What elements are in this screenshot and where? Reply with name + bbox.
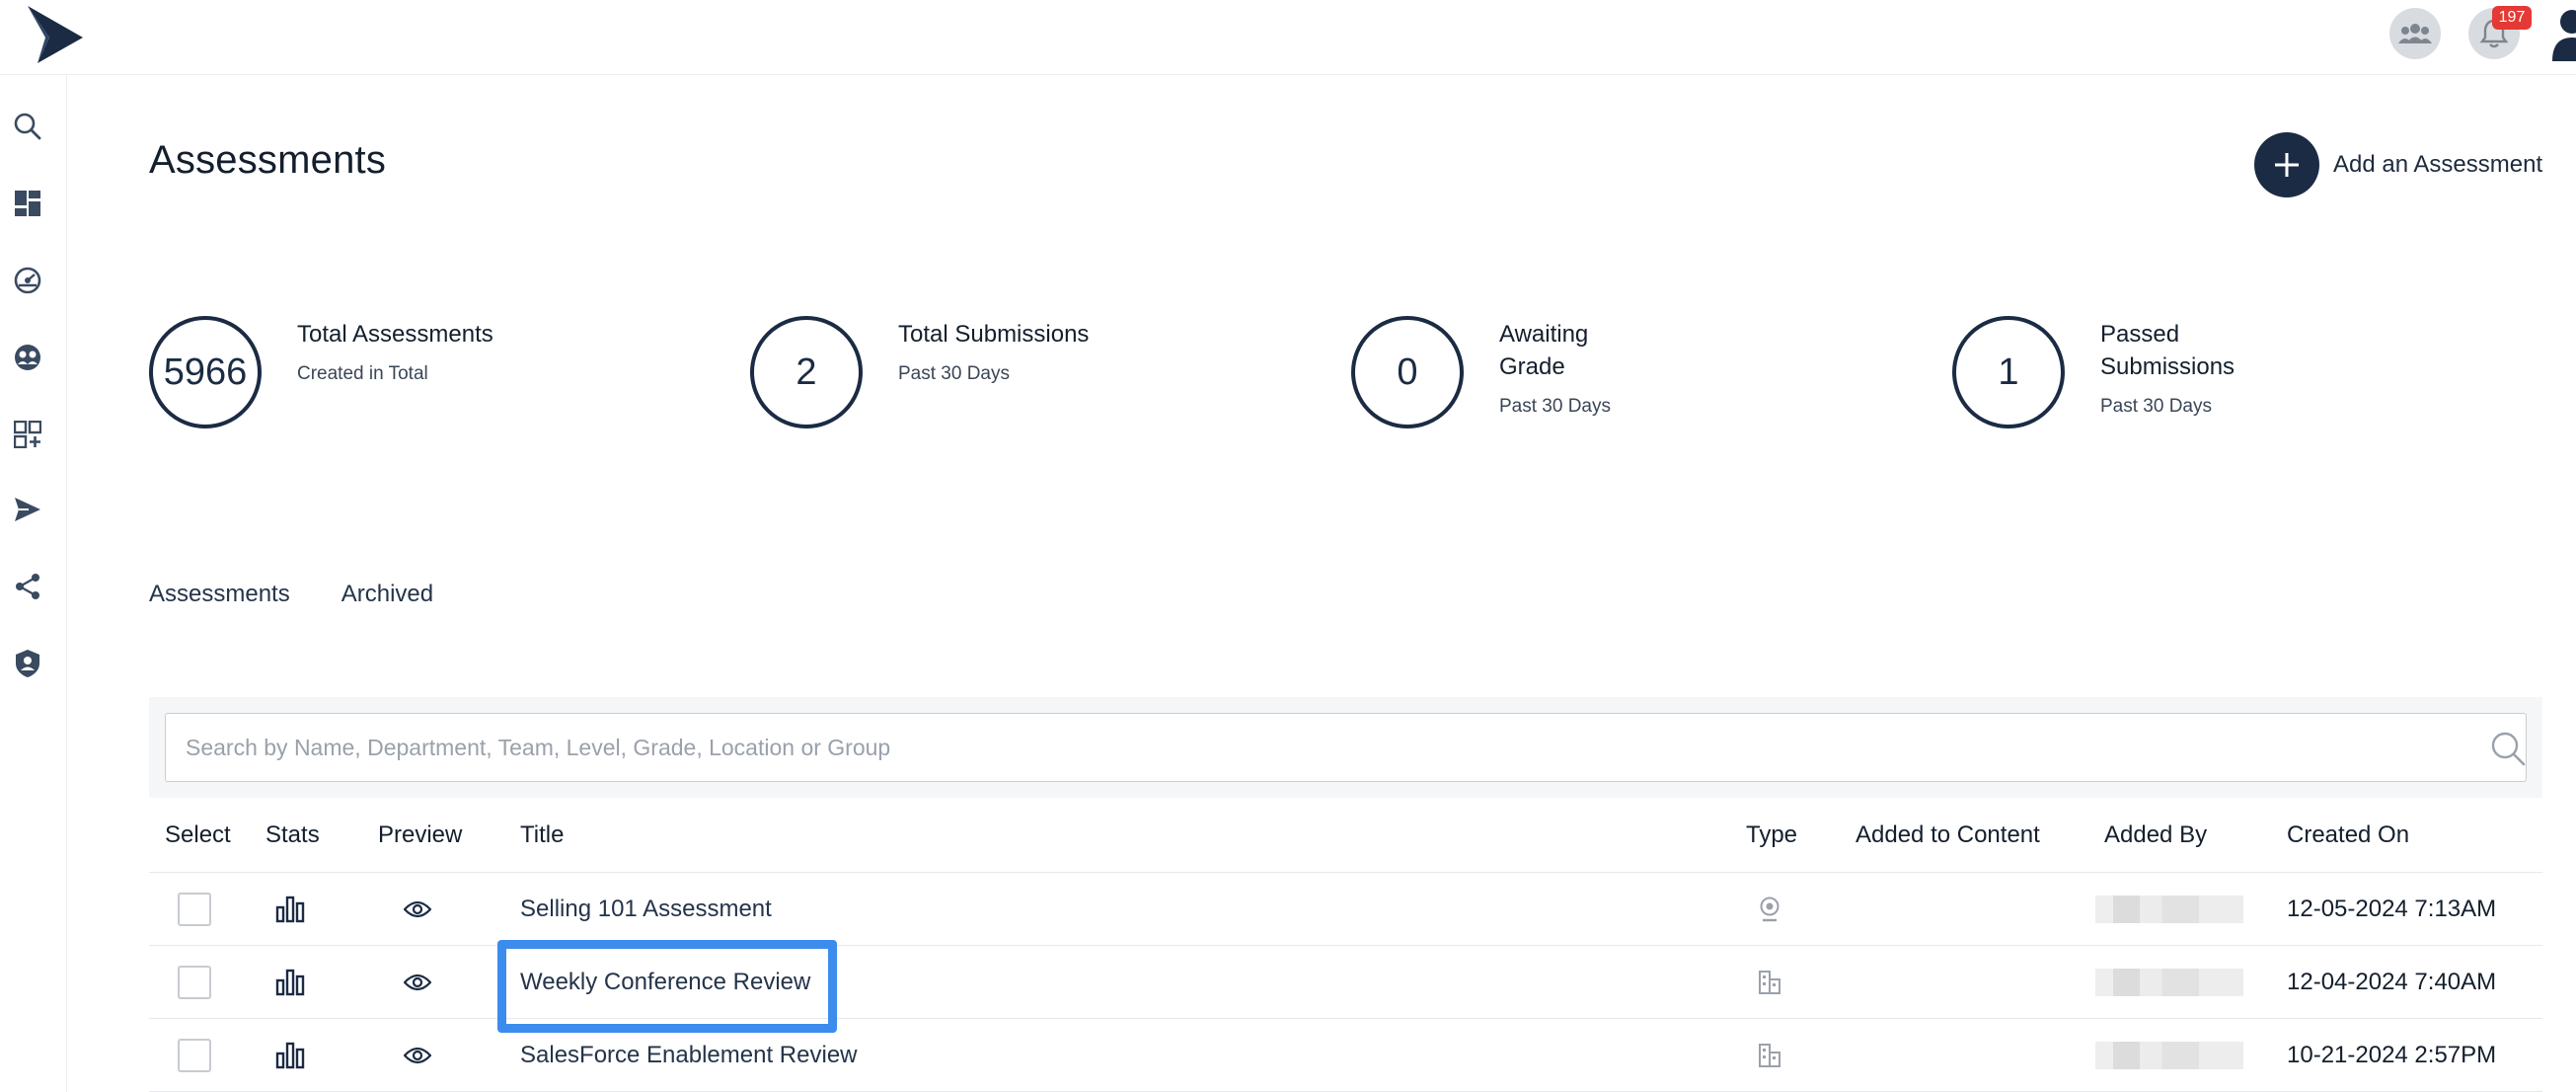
stat-value: 1: [1952, 316, 2065, 429]
sidebar-item-send[interactable]: [8, 490, 47, 529]
stat-total-submissions: 2 Total Submissions Past 30 Days: [750, 316, 1096, 429]
sidebar-item-admin[interactable]: [8, 644, 47, 683]
bar-chart-icon[interactable]: [275, 969, 305, 996]
column-header[interactable]: Added to Content: [1856, 821, 2040, 849]
sidebar-item-people[interactable]: [8, 338, 47, 377]
row-checkbox[interactable]: [178, 893, 211, 926]
plus-icon: [2254, 132, 2319, 197]
sidebar-item-search[interactable]: [8, 107, 47, 146]
sidebar-item-analytics[interactable]: [8, 261, 47, 300]
row-created-on: 12-05-2024 7:13AM: [2287, 896, 2497, 922]
tab-bar: Assessments Archived: [149, 581, 485, 608]
added-by-avatar: [2095, 896, 2243, 923]
row-created-on: 10-21-2024 2:57PM: [2287, 1042, 2497, 1068]
row-title[interactable]: SalesForce Enablement Review: [520, 1042, 858, 1069]
eye-icon[interactable]: [404, 1046, 431, 1065]
sidebar-item-content[interactable]: [8, 415, 47, 454]
user-avatar-icon[interactable]: [2552, 8, 2576, 61]
table-row: Weekly Conference Review 12-04-2024 7:40…: [149, 946, 2542, 1019]
team-button[interactable]: [2389, 8, 2441, 59]
bar-chart-icon[interactable]: [275, 1042, 305, 1069]
stat-sub: Created in Total: [297, 363, 428, 384]
row-created-on: 12-04-2024 7:40AM: [2287, 969, 2497, 995]
stat-sub: Past 30 Days: [1499, 396, 1611, 417]
eye-icon[interactable]: [404, 899, 431, 919]
added-by-avatar: [2095, 1042, 2243, 1069]
stat-awaiting-grade: 0 Awaiting Grade Past 30 Days: [1351, 316, 1628, 429]
dashboard-icon: [15, 191, 40, 216]
add-assessment-label: Add an Assessment: [2333, 151, 2543, 178]
group-icon: [2398, 24, 2432, 43]
people-circle-icon: [15, 345, 40, 370]
row-checkbox[interactable]: [178, 1039, 211, 1072]
send-icon: [15, 498, 40, 521]
sidebar-item-dashboard[interactable]: [8, 184, 47, 223]
stat-value: 5966: [149, 316, 262, 429]
column-header: Select: [165, 821, 231, 848]
stat-sub: Past 30 Days: [898, 363, 1010, 384]
sidebar: [0, 75, 67, 1092]
add-assessment-button[interactable]: Add an Assessment: [2254, 132, 2542, 197]
top-bar: 197: [0, 0, 2576, 75]
building-icon: [1759, 971, 1780, 994]
column-header[interactable]: Created On: [2287, 821, 2409, 849]
search-icon[interactable]: [2489, 730, 2527, 767]
shield-user-icon: [16, 650, 39, 677]
table-row: Selling 101 Assessment 12-05-2024 7:13AM: [149, 873, 2542, 946]
stat-passed-submissions: 1 Passed Submissions Past 30 Days: [1952, 316, 2298, 429]
column-header: Stats: [265, 821, 320, 848]
stat-label: Total Assessments: [297, 321, 493, 348]
logo-icon[interactable]: [26, 4, 85, 65]
webcam-icon: [1760, 897, 1780, 922]
stat-label: Passed Submissions: [2100, 321, 2235, 380]
stat-sub: Past 30 Days: [2100, 396, 2212, 417]
row-checkbox[interactable]: [178, 966, 211, 999]
search-bar: [149, 697, 2542, 798]
row-title[interactable]: Weekly Conference Review: [520, 969, 810, 996]
tab-assessments[interactable]: Assessments: [149, 581, 290, 608]
column-header[interactable]: Added By: [2104, 821, 2207, 849]
stat-label: Awaiting Grade: [1499, 321, 1589, 380]
tab-archived[interactable]: Archived: [341, 581, 433, 608]
add-module-icon: [14, 421, 41, 448]
column-header[interactable]: Type: [1746, 821, 1797, 849]
stat-value: 2: [750, 316, 863, 429]
sidebar-item-share[interactable]: [8, 567, 47, 606]
stat-label: Total Submissions: [898, 321, 1090, 348]
table-header: Select Stats Preview Title Type Added to…: [149, 802, 2542, 873]
added-by-avatar: [2095, 969, 2243, 996]
search-icon: [14, 113, 41, 140]
column-header: Preview: [378, 821, 463, 848]
search-box: [165, 713, 2527, 782]
stat-value: 0: [1351, 316, 1464, 429]
building-icon: [1759, 1044, 1780, 1067]
gauge-icon: [14, 267, 41, 294]
page-title: Assessments: [149, 138, 387, 182]
column-header[interactable]: Title: [520, 821, 564, 849]
notification-badge: 197: [2492, 6, 2532, 30]
table-row: SalesForce Enablement Review 10-21-2024 …: [149, 1019, 2542, 1092]
eye-icon[interactable]: [404, 973, 431, 992]
search-input[interactable]: [186, 714, 2456, 781]
bar-chart-icon[interactable]: [275, 896, 305, 923]
share-icon: [16, 574, 39, 599]
row-title[interactable]: Selling 101 Assessment: [520, 896, 772, 923]
stat-total-assessments: 5966 Total Assessments Created in Total: [149, 316, 494, 429]
